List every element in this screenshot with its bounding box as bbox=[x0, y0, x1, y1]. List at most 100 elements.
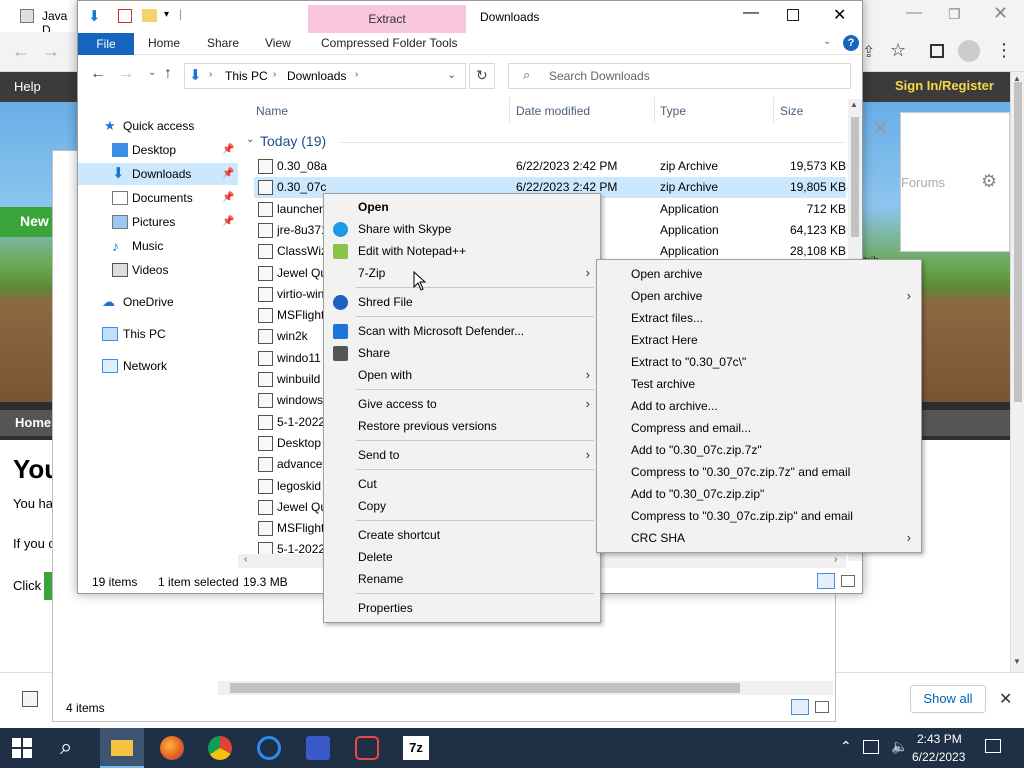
context-menu-item[interactable]: Cut bbox=[324, 473, 600, 495]
7zip-menu-item[interactable]: Test archive bbox=[597, 373, 921, 395]
tab-view[interactable]: View bbox=[265, 36, 291, 54]
context-menu-item[interactable]: Share with Skype bbox=[324, 218, 600, 240]
7zip-menu-item[interactable]: Extract files... bbox=[597, 307, 921, 329]
context-menu-item[interactable]: Send to › bbox=[324, 444, 600, 466]
breadcrumb-chevron-icon[interactable]: › bbox=[273, 69, 276, 80]
breadcrumb-chevron-icon[interactable]: › bbox=[209, 69, 212, 80]
7zip-menu-item[interactable]: Extract to "0.30_07c\" bbox=[597, 351, 921, 373]
context-menu-item[interactable]: Share bbox=[324, 342, 600, 364]
help-icon[interactable]: ? bbox=[843, 35, 859, 51]
context-menu-item[interactable]: Restore previous versions bbox=[324, 415, 600, 437]
nav-videos[interactable]: Videos bbox=[78, 259, 238, 281]
site-help-link[interactable]: Help bbox=[14, 79, 41, 94]
column-name[interactable]: Name bbox=[256, 104, 288, 118]
group-collapse-icon[interactable]: ⌄ bbox=[246, 134, 254, 145]
browser-forward-icon[interactable]: → bbox=[42, 41, 60, 62]
clock-time[interactable]: 2:43 PM bbox=[917, 732, 962, 746]
browser-scrollbar[interactable]: ▲ ▼ bbox=[1010, 72, 1024, 672]
details-view-icon[interactable] bbox=[817, 573, 835, 589]
network-tray-icon[interactable] bbox=[863, 740, 879, 754]
bg-hscrollbar[interactable] bbox=[218, 681, 833, 695]
vm-icon[interactable] bbox=[306, 736, 330, 760]
notifications-icon[interactable] bbox=[985, 739, 1001, 753]
scroll-thumb[interactable] bbox=[1014, 82, 1022, 402]
clock-date[interactable]: 6/22/2023 bbox=[912, 750, 965, 764]
breadcrumb-chevron-icon[interactable]: › bbox=[355, 69, 358, 80]
firefox-icon[interactable] bbox=[160, 736, 184, 760]
column-type[interactable]: Type bbox=[660, 104, 686, 118]
nav-desktop[interactable]: Desktop 📌 bbox=[78, 139, 238, 161]
refresh-button[interactable]: ↻ bbox=[469, 63, 495, 89]
group-header[interactable]: Today (19) bbox=[260, 133, 326, 149]
7zip-menu-item[interactable]: Add to "0.30_07c.zip.7z" bbox=[597, 439, 921, 461]
maximize-icon[interactable] bbox=[787, 9, 799, 21]
scroll-right-icon[interactable]: › bbox=[834, 554, 837, 565]
search-icon[interactable]: ⌕ bbox=[60, 734, 72, 760]
column-date-modified[interactable]: Date modified bbox=[516, 104, 590, 118]
bookmark-star-icon[interactable]: ☆ bbox=[890, 40, 906, 61]
7zip-menu-item[interactable]: Compress and email... bbox=[597, 417, 921, 439]
browser-share-icon[interactable]: ⇪ bbox=[862, 42, 875, 62]
context-menu-item[interactable]: Rename bbox=[324, 568, 600, 590]
recent-locations-icon[interactable]: ⌄ bbox=[148, 67, 156, 78]
scroll-up-icon[interactable]: ▲ bbox=[850, 100, 858, 109]
nav-music[interactable]: ♪ Music bbox=[78, 235, 238, 257]
browser-tab[interactable]: Java D bbox=[0, 0, 76, 37]
browser-minimize-icon[interactable]: — bbox=[906, 4, 922, 22]
tab-home[interactable]: Home bbox=[148, 36, 180, 54]
up-icon[interactable]: ↑ bbox=[164, 65, 172, 83]
7zip-menu-item[interactable]: Open archive bbox=[597, 263, 921, 285]
nav-this-pc[interactable]: This PC bbox=[78, 323, 238, 345]
sign-in-link[interactable]: Sign In/Register bbox=[895, 78, 994, 93]
7zip-menu-item[interactable]: CRC SHA › bbox=[597, 527, 921, 549]
context-menu-item[interactable]: Create shortcut bbox=[324, 524, 600, 546]
chrome-icon[interactable] bbox=[208, 736, 232, 760]
nav-pictures[interactable]: Pictures 📌 bbox=[78, 211, 238, 233]
ribbon-expand-icon[interactable]: ⌄ bbox=[823, 36, 831, 47]
scroll-thumb[interactable] bbox=[851, 117, 859, 237]
search-box[interactable]: ⌕ Search Downloads bbox=[508, 63, 851, 89]
context-menu-item[interactable]: Open with › bbox=[324, 364, 600, 386]
forums-search-field[interactable]: Forums bbox=[901, 175, 945, 190]
tab-file[interactable]: File bbox=[78, 33, 134, 55]
browser-close-icon[interactable]: ✕ bbox=[993, 3, 1008, 24]
address-bar[interactable]: ⬇ › This PC › Downloads › ⌄ bbox=[184, 63, 466, 89]
context-menu-item[interactable]: Copy bbox=[324, 495, 600, 517]
context-menu-item[interactable]: Delete bbox=[324, 546, 600, 568]
7zip-icon[interactable]: 7z bbox=[403, 736, 429, 760]
file-explorer-icon[interactable] bbox=[100, 728, 144, 768]
quick-access-downloads-icon[interactable]: ⬇ bbox=[88, 7, 101, 25]
breadcrumb-this-pc[interactable]: This PC bbox=[225, 69, 268, 83]
downloads-bar-close-icon[interactable]: ✕ bbox=[999, 689, 1012, 709]
scroll-down-icon[interactable]: ▼ bbox=[1013, 657, 1021, 666]
browser-restore-icon[interactable]: ❐ bbox=[948, 6, 961, 23]
panel-close-icon[interactable]: ✕ bbox=[873, 118, 888, 139]
7zip-menu-item[interactable]: Add to "0.30_07c.zip.zip" bbox=[597, 483, 921, 505]
7zip-menu-item[interactable]: Add to archive... bbox=[597, 395, 921, 417]
tab-share[interactable]: Share bbox=[207, 36, 239, 54]
7zip-menu-item[interactable]: Compress to "0.30_07c.zip.zip" and email bbox=[597, 505, 921, 527]
gear-icon[interactable]: ⚙ bbox=[981, 171, 997, 192]
search-input[interactable]: Search Downloads bbox=[549, 69, 650, 83]
start-windows-icon[interactable] bbox=[12, 738, 32, 758]
customize-qat-icon[interactable]: ▾ bbox=[164, 9, 169, 20]
context-menu-item[interactable]: Shred File bbox=[324, 291, 600, 313]
nav-onedrive[interactable]: ☁ OneDrive bbox=[78, 291, 238, 313]
column-size[interactable]: Size bbox=[780, 104, 803, 118]
context-menu-item[interactable]: Open bbox=[324, 196, 600, 218]
forward-icon[interactable]: → bbox=[118, 65, 134, 83]
news-button[interactable]: New bbox=[0, 207, 60, 237]
volume-icon[interactable]: 🔈 bbox=[891, 738, 908, 755]
browser-back-icon[interactable]: ← bbox=[12, 41, 30, 62]
context-menu-item[interactable]: Scan with Microsoft Defender... bbox=[324, 320, 600, 342]
site-home-tab[interactable]: Home bbox=[15, 415, 51, 430]
minimize-icon[interactable]: — bbox=[743, 4, 759, 22]
refresh-icon[interactable]: ↻ bbox=[476, 67, 488, 84]
large-icons-view-icon[interactable] bbox=[815, 701, 829, 713]
nav-documents[interactable]: Documents 📌 bbox=[78, 187, 238, 209]
nav-quick-access[interactable]: ★ Quick access bbox=[78, 115, 238, 137]
profile-avatar[interactable] bbox=[958, 40, 980, 62]
tab-compressed-folder-tools[interactable]: Compressed Folder Tools bbox=[321, 36, 458, 54]
large-icons-view-icon[interactable] bbox=[841, 575, 855, 587]
context-menu-item[interactable]: Give access to › bbox=[324, 393, 600, 415]
